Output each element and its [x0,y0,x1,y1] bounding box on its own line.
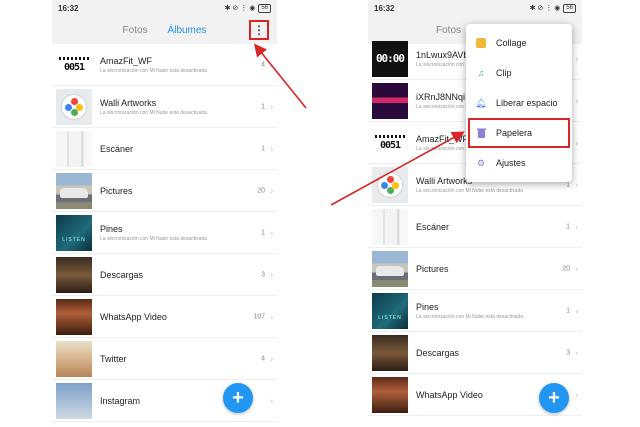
arrow-to-menu-button [253,43,307,109]
arrow-to-trash [330,131,465,206]
annotation-arrows [253,43,465,206]
